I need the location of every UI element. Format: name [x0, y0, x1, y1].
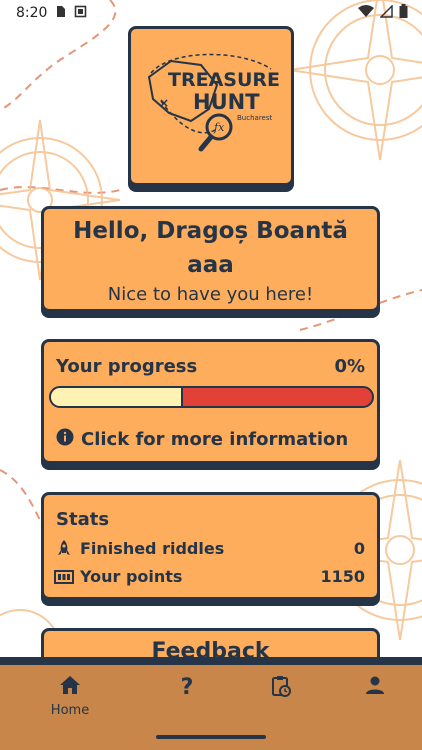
progress-card[interactable]: Your progress 0% Click for more informat…: [41, 339, 380, 464]
nav-profile[interactable]: [340, 675, 410, 699]
svg-text:×: ×: [159, 96, 169, 110]
status-time: 8:20: [16, 5, 48, 21]
screenshot-icon: [74, 5, 87, 22]
progress-percent: 0%: [334, 356, 365, 377]
stats-title: Stats: [56, 509, 110, 530]
greeting-subtitle: Nice to have you here!: [107, 284, 314, 305]
stat-your-points: Your points 1150: [54, 567, 365, 586]
stats-card: Stats Finished riddles 0 Your points 115…: [41, 492, 380, 600]
stat-label: Your points: [80, 567, 183, 586]
wifi-icon: [358, 4, 374, 22]
counter-icon: [54, 569, 74, 584]
clipboard-clock-icon: [271, 675, 291, 701]
stat-finished-riddles: Finished riddles 0: [54, 539, 365, 558]
nav-home[interactable]: Home: [35, 675, 105, 718]
signal-icon: [379, 3, 393, 22]
greeting-username: aaa: [187, 252, 234, 278]
more-info-label: Click for more information: [81, 429, 349, 450]
svg-text:fx: fx: [213, 121, 225, 134]
sim-card-icon: [55, 5, 66, 22]
help-icon: ?: [180, 675, 194, 700]
greeting-name: Hello, Dragoș Boantă: [73, 218, 348, 244]
home-icon: [59, 675, 81, 699]
nav-home-label: Home: [50, 703, 90, 718]
person-icon: [365, 675, 385, 699]
logo-card: × TREASURE HUNT Bucharest fx: [128, 26, 294, 186]
battery-icon: [399, 4, 408, 22]
stat-label: Finished riddles: [80, 539, 225, 558]
progress-bar: [49, 386, 374, 408]
progress-title: Your progress: [56, 356, 198, 377]
treasure-hunt-logo: × TREASURE HUNT Bucharest fx: [147, 53, 280, 152]
stat-value: 1150: [320, 567, 365, 586]
stat-value: 0: [353, 539, 365, 558]
logo-line2: HUNT: [193, 90, 260, 114]
info-icon: [56, 428, 74, 451]
home-indicator: [156, 735, 266, 739]
logo-line1: TREASURE: [168, 69, 280, 91]
rocket-icon: [54, 539, 74, 558]
progress-bar-fill: [51, 388, 183, 406]
greeting-card: Hello, Dragoș Boantă aaa Nice to have yo…: [41, 206, 380, 312]
status-bar: 8:20: [0, 0, 422, 26]
nav-help[interactable]: ?: [152, 675, 222, 700]
nav-history[interactable]: [246, 675, 316, 701]
logo-city: Bucharest: [237, 114, 272, 122]
more-info-link[interactable]: Click for more information: [56, 428, 348, 451]
